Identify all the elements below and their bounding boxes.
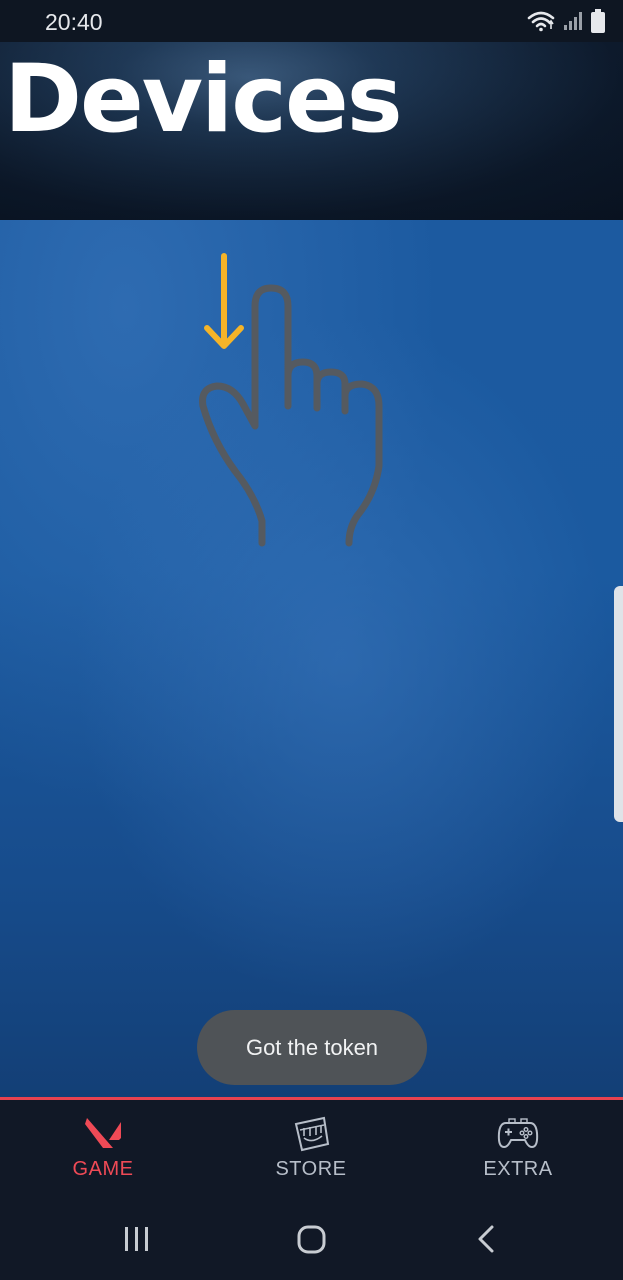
signal-icon (563, 11, 583, 31)
system-nav-bar (0, 1197, 623, 1280)
swipe-down-hand-icon (195, 236, 395, 561)
gamepad-icon (496, 1114, 540, 1154)
nav-tab-game[interactable]: GAME (33, 1114, 173, 1181)
back-icon[interactable] (474, 1224, 498, 1261)
page-title: Devices (4, 45, 403, 154)
header-banner: Devices (0, 42, 623, 220)
nav-label-store: STORE (275, 1158, 347, 1180)
valorant-logo-icon (83, 1114, 123, 1154)
battery-icon (591, 9, 605, 33)
bottom-nav: GAME STORE EXTRA (0, 1097, 623, 1197)
status-time: 20:40 (45, 9, 103, 35)
nav-tab-store[interactable]: STORE (241, 1114, 381, 1181)
nav-label-extra: EXTRA (483, 1158, 553, 1180)
wifi-icon (527, 10, 555, 32)
home-icon[interactable] (296, 1224, 328, 1261)
status-icons (527, 9, 605, 33)
status-bar: 20:40 (0, 0, 623, 42)
toast-message: Got the token (197, 1010, 427, 1085)
nav-tab-extra[interactable]: EXTRA (448, 1114, 588, 1181)
store-bag-icon (290, 1114, 332, 1154)
main-content[interactable]: Got the token (0, 220, 623, 1098)
nav-label-game: GAME (72, 1158, 134, 1180)
edge-panel-handle[interactable] (614, 586, 623, 822)
recent-apps-icon[interactable] (123, 1224, 151, 1259)
